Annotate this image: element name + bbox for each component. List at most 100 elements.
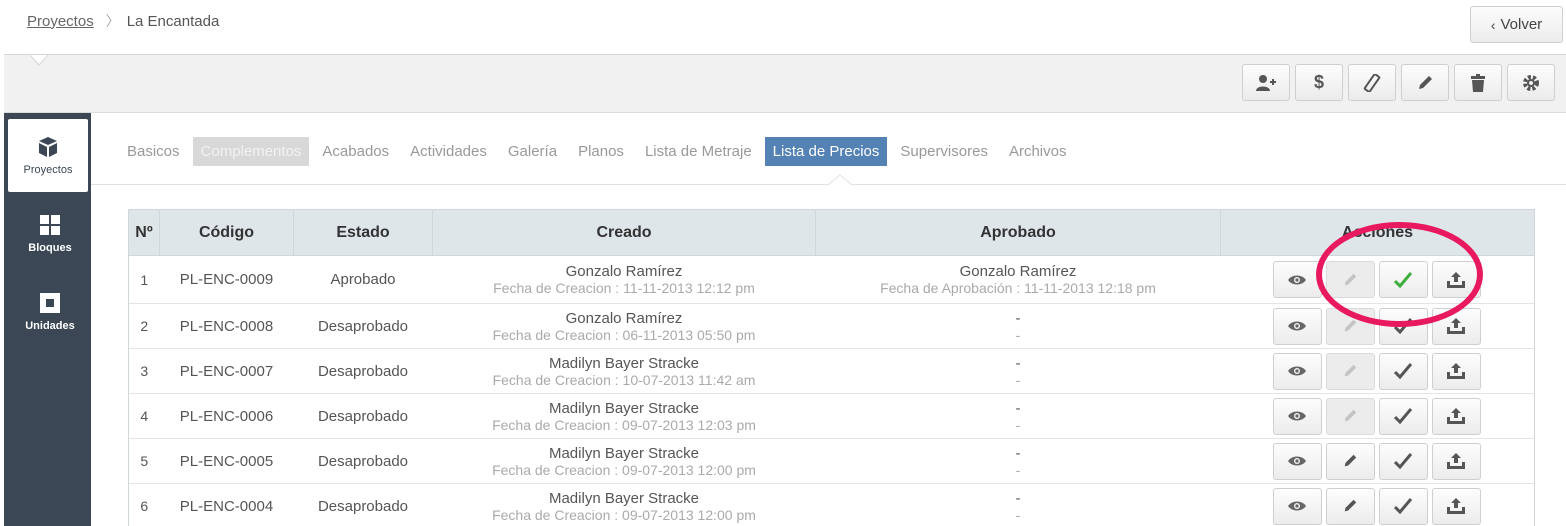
grid-icon (40, 214, 60, 235)
view-button[interactable] (1272, 442, 1322, 480)
created-date: Fecha de Creacion : 06-11-2013 05:50 pm (492, 326, 756, 343)
row-actions (1220, 255, 1535, 304)
sidebar-item-unidades[interactable]: Unidades (8, 275, 92, 348)
approve-button[interactable] (1378, 397, 1428, 435)
created-by: Gonzalo Ramírez (565, 309, 683, 327)
sidebar-item-bloques[interactable]: Bloques (8, 197, 92, 270)
approved-by: - (1015, 444, 1021, 462)
eye-icon (1288, 501, 1306, 511)
upload-button[interactable] (1431, 397, 1481, 435)
row-status: Desaprobado (293, 303, 433, 349)
row-created: Gonzalo Ramírez Fecha de Creacion : 06-1… (432, 303, 816, 349)
row-number: 2 (128, 303, 160, 349)
approve-button[interactable] (1378, 307, 1428, 345)
sidebar-item-label: Proyectos (23, 163, 73, 176)
row-actions (1220, 483, 1535, 526)
tab-galeria[interactable]: Galería (500, 137, 565, 166)
upload-button[interactable] (1431, 487, 1481, 525)
check-icon (1394, 498, 1412, 515)
measure-button[interactable] (1348, 64, 1396, 101)
approved-by: Gonzalo Ramírez (959, 263, 1077, 280)
sidebar-item-proyectos[interactable]: Proyectos (8, 119, 88, 192)
approved-date: - (1015, 506, 1021, 523)
row-actions (1220, 438, 1535, 484)
edit-button[interactable] (1401, 64, 1449, 101)
approve-button[interactable] (1378, 442, 1428, 480)
tab-acabados[interactable]: Acabados (314, 137, 397, 166)
row-code: PL-ENC-0004 (159, 483, 294, 526)
approved-date: - (1015, 461, 1021, 478)
approved-by: - (1015, 489, 1021, 507)
table-row: 3 PL-ENC-0007 Desaprobado Madilyn Bayer … (128, 348, 1535, 394)
edit-row-button[interactable] (1325, 307, 1375, 345)
edit-row-button[interactable] (1325, 397, 1375, 435)
settings-button[interactable] (1507, 64, 1555, 101)
row-number: 5 (128, 438, 160, 484)
edit-row-button[interactable] (1325, 442, 1375, 480)
approved-date: - (1015, 371, 1021, 388)
table-row: 4 PL-ENC-0006 Desaprobado Madilyn Bayer … (128, 393, 1535, 439)
back-button[interactable]: ‹ Volver (1470, 6, 1563, 43)
table-row: 5 PL-ENC-0005 Desaprobado Madilyn Bayer … (128, 438, 1535, 484)
tab-actividades[interactable]: Actividades (402, 137, 495, 166)
row-actions (1220, 348, 1535, 394)
view-button[interactable] (1272, 307, 1322, 345)
tab-lista-de-precios[interactable]: Lista de Precios (764, 136, 888, 166)
header-code: Código (159, 209, 294, 256)
row-approved: - - (815, 348, 1221, 394)
header-created: Creado (432, 209, 816, 256)
back-button-label: Volver (1500, 16, 1543, 33)
tab-supervisores[interactable]: Supervisores (892, 137, 996, 166)
approved-date: - (1015, 326, 1021, 343)
upload-button[interactable] (1431, 261, 1481, 298)
pencil-icon (1344, 319, 1357, 332)
header-pointer (30, 55, 48, 66)
breadcrumb-proyectos-link[interactable]: Proyectos (27, 13, 94, 30)
upload-button[interactable] (1431, 352, 1481, 390)
approve-button[interactable] (1378, 261, 1428, 298)
row-status: Aprobado (293, 255, 433, 304)
add-user-button[interactable] (1242, 64, 1290, 101)
delete-button[interactable] (1454, 64, 1502, 101)
eye-icon (1288, 321, 1306, 331)
trash-icon (1471, 73, 1485, 92)
upload-button[interactable] (1431, 307, 1481, 345)
view-button[interactable] (1272, 397, 1322, 435)
check-icon (1394, 271, 1412, 288)
approved-by: - (1015, 399, 1021, 417)
breadcrumb-separator-icon: 〉 (105, 13, 120, 29)
view-button[interactable] (1272, 261, 1322, 298)
check-icon (1394, 453, 1412, 469)
active-tab-caret (828, 174, 852, 186)
toolbar: $ (4, 55, 1566, 113)
view-button[interactable] (1272, 352, 1322, 390)
chevron-left-icon: ‹ (1490, 16, 1496, 33)
view-button[interactable] (1272, 487, 1322, 525)
upload-icon (1447, 408, 1465, 424)
tab-lista-de-metraje[interactable]: Lista de Metraje (637, 137, 760, 166)
tab-archivos[interactable]: Archivos (1001, 137, 1075, 166)
upload-icon (1447, 453, 1465, 469)
row-created: Madilyn Bayer Stracke Fecha de Creacion … (432, 348, 816, 394)
row-approved: - - (815, 483, 1221, 526)
tab-basicos[interactable]: Basicos (119, 137, 188, 166)
upload-icon (1447, 363, 1465, 379)
edit-row-button[interactable] (1325, 261, 1375, 298)
table-row: 6 PL-ENC-0004 Desaprobado Madilyn Bayer … (128, 483, 1535, 526)
row-code: PL-ENC-0006 (159, 393, 294, 439)
edit-row-button[interactable] (1325, 352, 1375, 390)
tab-complementos[interactable]: Complementos (192, 136, 310, 166)
upload-button[interactable] (1431, 442, 1481, 480)
edit-row-button[interactable] (1325, 487, 1375, 525)
created-date: Fecha de Creacion : 09-07-2013 12:00 pm (492, 506, 756, 523)
row-code: PL-ENC-0009 (159, 255, 294, 304)
approve-button[interactable] (1378, 487, 1428, 525)
row-number: 6 (128, 483, 160, 526)
tab-planos[interactable]: Planos (570, 137, 632, 166)
header-number: Nº (128, 209, 160, 256)
pencil-icon (1344, 273, 1357, 285)
row-approved: Gonzalo Ramírez Fecha de Aprobación : 11… (815, 255, 1221, 304)
prices-button[interactable]: $ (1295, 64, 1343, 101)
check-icon (1394, 318, 1412, 334)
approve-button[interactable] (1378, 352, 1428, 390)
